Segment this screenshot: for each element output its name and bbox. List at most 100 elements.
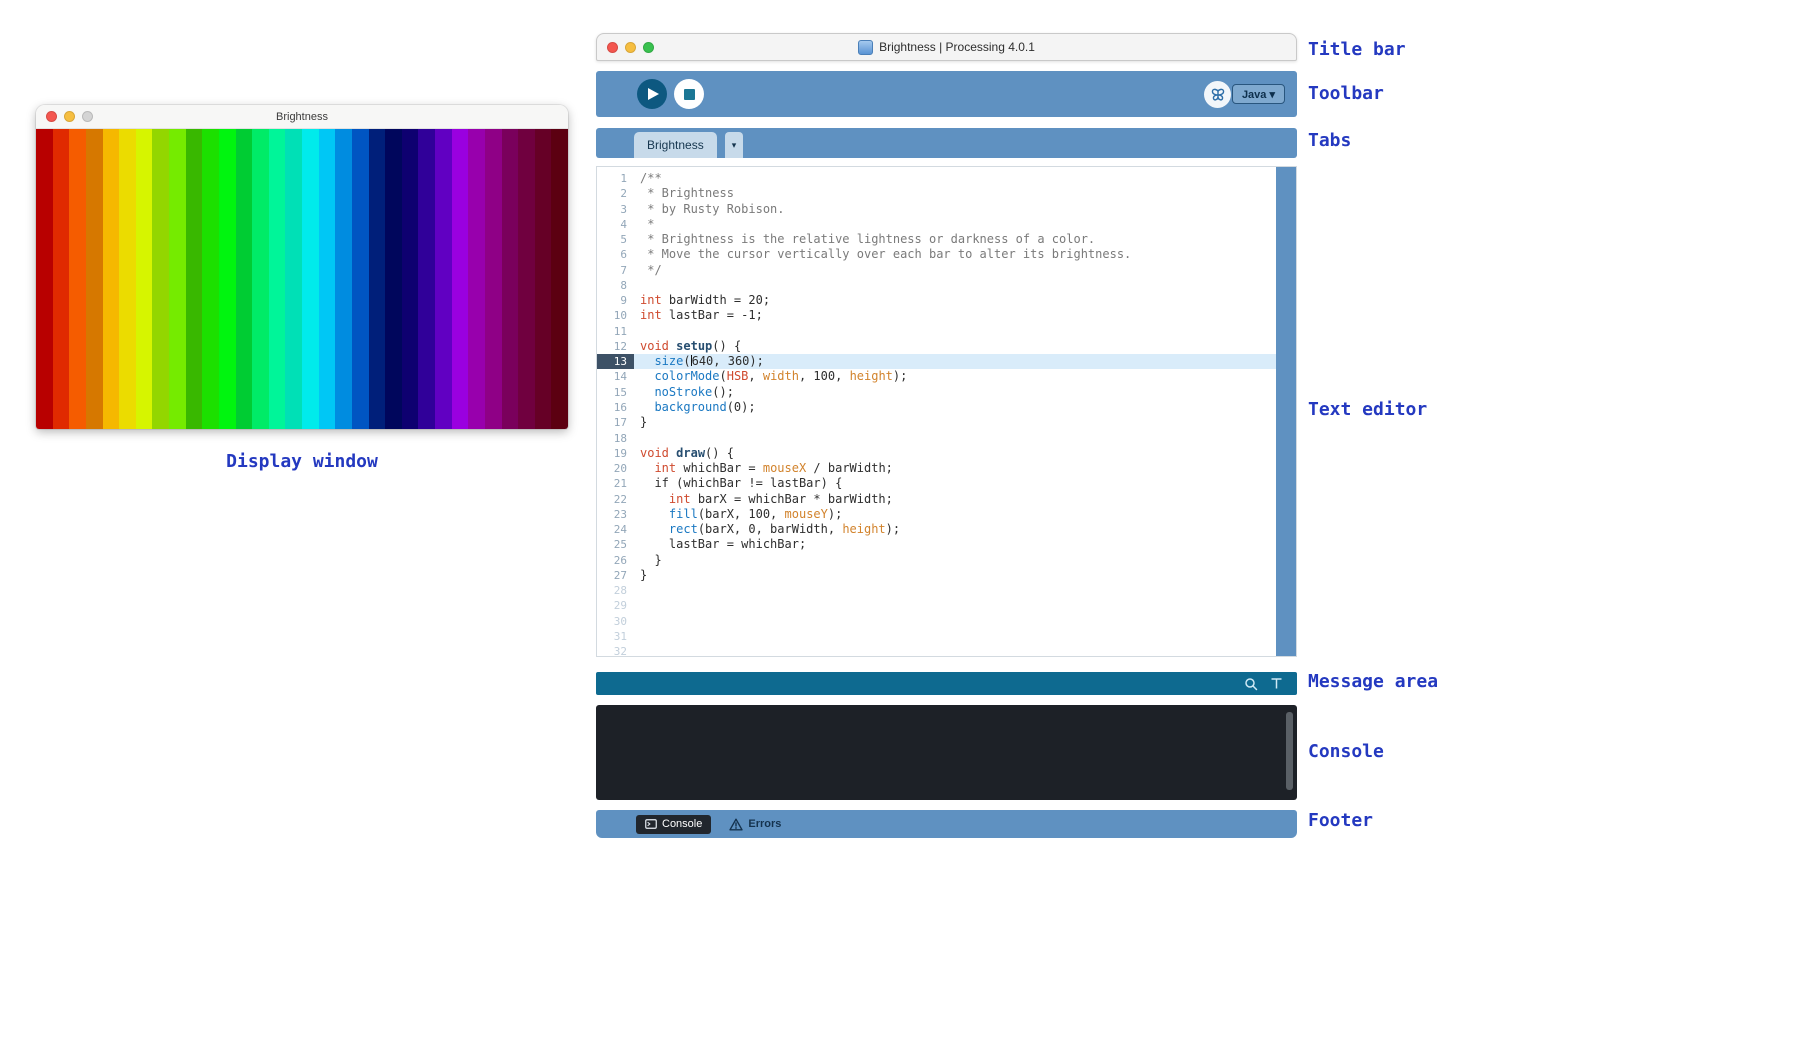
- color-bar: [485, 129, 502, 429]
- code-line[interactable]: [634, 431, 1276, 446]
- color-bar: [252, 129, 269, 429]
- annotation-text-editor: Text editor: [1308, 399, 1427, 420]
- code-line[interactable]: if (whichBar != lastBar) {: [634, 476, 1276, 491]
- code-line[interactable]: /**: [634, 171, 1276, 186]
- color-bar: [219, 129, 236, 429]
- code-line[interactable]: [634, 324, 1276, 339]
- console-icon: [645, 819, 657, 829]
- line-number: 19: [597, 446, 634, 461]
- line-number: 7: [597, 263, 634, 278]
- code-line[interactable]: }: [634, 415, 1276, 430]
- color-bar: [236, 129, 253, 429]
- color-bar: [36, 129, 53, 429]
- color-bar: [186, 129, 203, 429]
- code-line[interactable]: rect(barX, 0, barWidth, height);: [634, 522, 1276, 537]
- line-number: 11: [597, 324, 634, 339]
- message-area: [596, 672, 1297, 695]
- mode-selector[interactable]: Java ▾: [1232, 84, 1285, 104]
- display-window-title: Brightness: [36, 111, 568, 123]
- code-line[interactable]: * by Rusty Robison.: [634, 202, 1276, 217]
- clear-console-icon[interactable]: [1270, 677, 1283, 690]
- code-line[interactable]: [634, 614, 1276, 629]
- code-line[interactable]: int barX = whichBar * barWidth;: [634, 492, 1276, 507]
- line-number: 27: [597, 568, 634, 583]
- code-line[interactable]: noStroke();: [634, 385, 1276, 400]
- code-line[interactable]: * Brightness: [634, 186, 1276, 201]
- editor-code[interactable]: /** * Brightness * by Rusty Robison. * *…: [634, 167, 1276, 656]
- warning-icon: [729, 818, 743, 831]
- code-line[interactable]: background(0);: [634, 400, 1276, 415]
- code-line[interactable]: *: [634, 217, 1276, 232]
- line-number: 30: [597, 614, 634, 629]
- code-line[interactable]: int barWidth = 20;: [634, 293, 1276, 308]
- color-bar: [302, 129, 319, 429]
- color-bar: [385, 129, 402, 429]
- line-number: 17: [597, 415, 634, 430]
- annotation-toolbar: Toolbar: [1308, 83, 1384, 104]
- code-line[interactable]: int lastBar = -1;: [634, 308, 1276, 323]
- tab-menu-button[interactable]: ▾: [725, 132, 743, 158]
- color-bar: [468, 129, 485, 429]
- color-bar: [103, 129, 120, 429]
- editor-scrollbar[interactable]: [1276, 167, 1296, 656]
- tab-label: Brightness: [647, 138, 704, 152]
- errors-tab-button[interactable]: Errors: [729, 818, 781, 831]
- line-number: 21: [597, 476, 634, 491]
- ide-titlebar[interactable]: Brightness | Processing 4.0.1: [596, 33, 1297, 61]
- code-line[interactable]: size(640, 360);: [634, 354, 1276, 369]
- tab-brightness[interactable]: Brightness: [634, 132, 717, 158]
- debug-button[interactable]: [1204, 81, 1231, 108]
- code-line[interactable]: [634, 278, 1276, 293]
- code-line[interactable]: [634, 583, 1276, 598]
- play-icon: [648, 88, 659, 100]
- color-bar: [202, 129, 219, 429]
- line-number: 13: [597, 354, 634, 369]
- code-line[interactable]: }: [634, 553, 1276, 568]
- line-number: 26: [597, 553, 634, 568]
- code-line[interactable]: * Brightness is the relative lightness o…: [634, 232, 1276, 247]
- line-number: 31: [597, 629, 634, 644]
- butterfly-debug-icon: [1210, 88, 1226, 102]
- console-tab-label: Console: [662, 818, 702, 830]
- ide-tabs-bar: Brightness ▾: [596, 128, 1297, 158]
- color-bar: [69, 129, 86, 429]
- sketch-canvas[interactable]: [36, 129, 568, 429]
- line-number: 15: [597, 385, 634, 400]
- code-line[interactable]: [634, 598, 1276, 613]
- code-line[interactable]: int whichBar = mouseX / barWidth;: [634, 461, 1276, 476]
- annotation-tabs: Tabs: [1308, 130, 1351, 151]
- color-bar: [319, 129, 336, 429]
- text-editor[interactable]: 1234567891011121314151617181920212223242…: [596, 166, 1297, 657]
- console-area[interactable]: [596, 705, 1297, 800]
- color-bar: [269, 129, 286, 429]
- search-icon[interactable]: [1244, 677, 1258, 691]
- code-line[interactable]: fill(barX, 100, mouseY);: [634, 507, 1276, 522]
- code-line[interactable]: [634, 629, 1276, 644]
- code-line[interactable]: */: [634, 263, 1276, 278]
- line-number: 20: [597, 461, 634, 476]
- code-line[interactable]: lastBar = whichBar;: [634, 537, 1276, 552]
- display-window-titlebar[interactable]: Brightness: [36, 105, 568, 129]
- console-tab-button[interactable]: Console: [636, 815, 711, 834]
- color-bar: [352, 129, 369, 429]
- line-number: 22: [597, 492, 634, 507]
- code-line[interactable]: }: [634, 568, 1276, 583]
- line-number: 32: [597, 644, 634, 659]
- run-button[interactable]: [637, 79, 667, 109]
- line-number: 23: [597, 507, 634, 522]
- annotation-message-area: Message area: [1308, 671, 1438, 692]
- line-number: 9: [597, 293, 634, 308]
- console-scrollbar[interactable]: [1286, 712, 1293, 790]
- line-number: 25: [597, 537, 634, 552]
- code-line[interactable]: void draw() {: [634, 446, 1276, 461]
- color-bar: [452, 129, 469, 429]
- code-line[interactable]: void setup() {: [634, 339, 1276, 354]
- line-number: 1: [597, 171, 634, 186]
- annotation-console: Console: [1308, 741, 1384, 762]
- title-wrap: Brightness | Processing 4.0.1: [597, 40, 1296, 55]
- code-line[interactable]: [634, 644, 1276, 656]
- stop-button[interactable]: [674, 79, 704, 109]
- line-number: 14: [597, 369, 634, 384]
- code-line[interactable]: * Move the cursor vertically over each b…: [634, 247, 1276, 262]
- code-line[interactable]: colorMode(HSB, width, 100, height);: [634, 369, 1276, 384]
